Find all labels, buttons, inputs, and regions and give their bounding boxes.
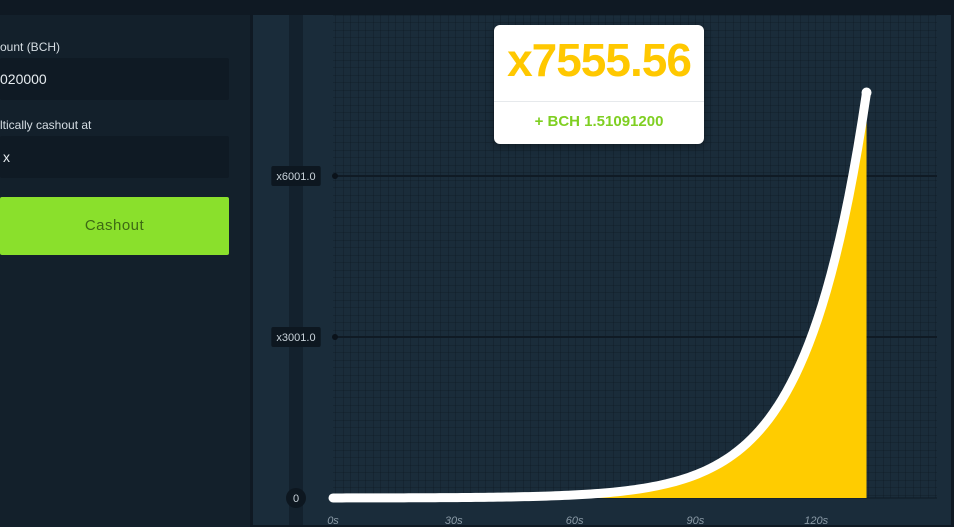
x-tick-label-2: 60s (566, 515, 584, 525)
x-tick-label-1: 30s (445, 515, 463, 525)
x-tick-label-4: 120s (804, 515, 828, 525)
curve-head-point (861, 87, 872, 98)
y-tick-label-2: x6001.0 (276, 171, 315, 183)
y-axis-rail (289, 15, 303, 525)
auto-cashout-value: x (3, 149, 10, 165)
y-tick-label-1: x3001.0 (276, 332, 315, 344)
x-axis: 0s 30s 60s 90s 120s (327, 515, 828, 525)
bet-panel: ount (BCH) 020000 ltically cashout at x … (0, 15, 250, 527)
tooltip-divider (494, 101, 704, 102)
current-multiplier: x7555.56 (507, 34, 692, 86)
x-tick-label-0: 0s (327, 515, 339, 525)
y-tick-label-0: 0 (293, 493, 299, 505)
auto-cashout-input[interactable]: x (0, 136, 229, 178)
crash-game-app: ount (BCH) 020000 ltically cashout at x … (0, 0, 954, 527)
auto-cashout-label: ltically cashout at (0, 118, 92, 132)
x-tick-label-3: 90s (687, 515, 705, 525)
y-tick-dot-2 (332, 172, 338, 179)
y-tick-dot-1 (332, 333, 338, 340)
multiplier-tooltip: x7555.56 + BCH 1.51091200 (494, 25, 704, 144)
cashout-button[interactable]: Cashout (0, 197, 229, 255)
bet-amount-value: 020000 (0, 71, 47, 87)
bet-amount-input[interactable]: 020000 (0, 58, 229, 100)
bet-amount-label: ount (BCH) (0, 40, 61, 54)
current-profit: + BCH 1.51091200 (534, 113, 664, 130)
